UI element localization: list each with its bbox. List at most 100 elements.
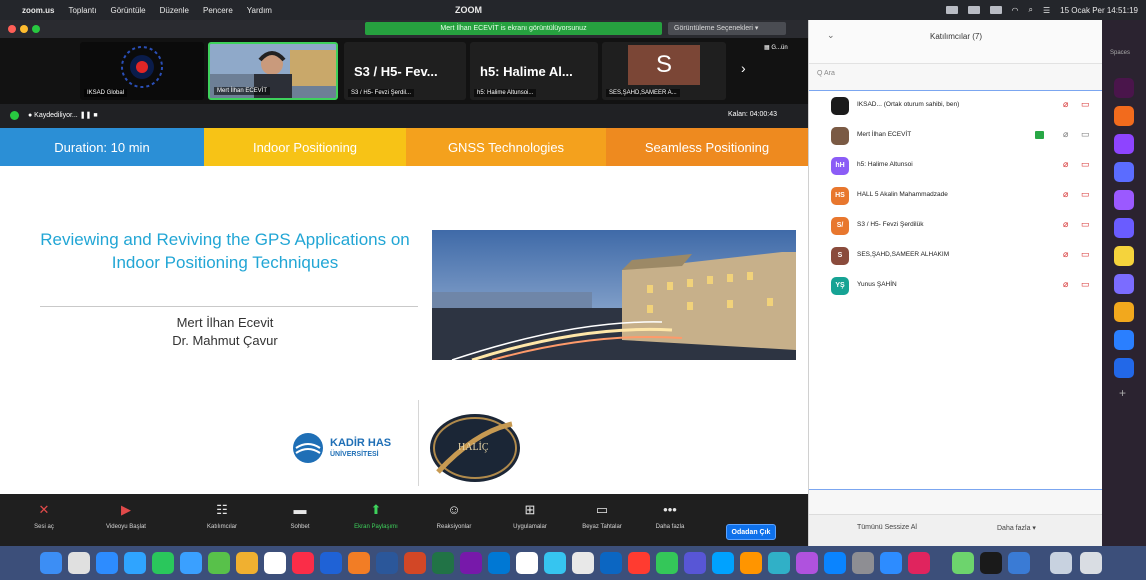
video-tile[interactable]: h5: Halime Al... h5: Halime Altunsoi...	[470, 42, 598, 100]
app-icon[interactable]	[684, 552, 706, 574]
app-icon[interactable]	[980, 552, 1002, 574]
app-icon-orange[interactable]	[1114, 106, 1134, 126]
menu-meeting[interactable]: Toplantı	[68, 6, 96, 15]
list-item[interactable]: hH h5: Halime Altunsoi ⌀ ▭	[809, 151, 1103, 181]
mute-all-button[interactable]: Tümünü Sessize Al	[857, 524, 917, 531]
finder-icon[interactable]	[40, 552, 62, 574]
app-icon-lavender[interactable]	[1114, 274, 1134, 294]
app-icon[interactable]	[952, 552, 974, 574]
mic-muted-icon[interactable]: ⌀	[1063, 99, 1068, 110]
app-icon-blue[interactable]	[1114, 162, 1134, 182]
panel-more-button[interactable]: Daha fazla ▾	[997, 524, 1036, 532]
app-icon[interactable]	[1050, 552, 1072, 574]
apps-button[interactable]: ⊞ Uygulamalar	[500, 502, 560, 542]
app-icon[interactable]	[656, 552, 678, 574]
app-icon-note[interactable]	[1114, 218, 1134, 238]
list-item[interactable]: HS HALL 5 Akalin Mahammadzade ⌀ ▭	[809, 181, 1103, 211]
chat-button[interactable]: ▬ Sohbet	[270, 502, 330, 542]
app-icon[interactable]	[404, 552, 426, 574]
video-off-icon[interactable]: ▭	[1081, 159, 1090, 170]
photos-icon[interactable]	[236, 552, 258, 574]
list-item[interactable]: IKSAD... (Ortak oturum sahibi, ben) ⌀ ▭	[809, 91, 1103, 121]
app-icon-slack[interactable]	[1114, 78, 1134, 98]
app-icon[interactable]	[740, 552, 762, 574]
video-icon[interactable]: ▭	[1081, 129, 1090, 140]
reactions-button[interactable]: ☺ Reaksiyonlar	[424, 502, 484, 542]
participants-button[interactable]: ☷ Katılımcılar	[192, 502, 252, 542]
start-video-button[interactable]: ▶ Videoyu Başlat	[96, 502, 156, 542]
whiteboards-button[interactable]: ▭ Beyaz Tahtalar	[572, 502, 632, 542]
next-page-icon[interactable]: ›	[741, 60, 746, 76]
close-window-button[interactable]	[8, 25, 16, 33]
app-icon[interactable]	[516, 552, 538, 574]
app-icon-yellow[interactable]	[1114, 246, 1134, 266]
zoom-app-icon[interactable]	[96, 552, 118, 574]
safari-icon[interactable]	[124, 552, 146, 574]
status-icon[interactable]	[945, 6, 958, 14]
video-off-icon[interactable]: ▭	[1081, 99, 1090, 110]
video-tile[interactable]: IKSAD Global	[80, 42, 204, 100]
zoom-window-button[interactable]	[32, 25, 40, 33]
app-icon[interactable]	[432, 552, 454, 574]
video-tile[interactable]: S3 / H5- Fev... S3 / H5- Fevzi Şerdil...	[344, 42, 466, 100]
participant-search-input[interactable]: Q Ara	[817, 70, 1097, 84]
app-icon[interactable]	[376, 552, 398, 574]
recording-indicator[interactable]: ● Kaydediliyor... ❚❚ ■	[28, 111, 98, 119]
add-app-icon[interactable]: +	[1119, 386, 1126, 400]
list-item[interactable]: Mert İlhan ECEVİT ⌀ ▭	[809, 121, 1103, 151]
app-icon[interactable]	[628, 552, 650, 574]
menu-window[interactable]: Pencere	[203, 6, 233, 15]
clock[interactable]: 15 Ocak Per 14:51:19	[1060, 6, 1138, 15]
mute-button[interactable]: ✕ Sesi aç	[14, 502, 74, 542]
gallery-view-button[interactable]: ▦ G...ün	[764, 44, 788, 51]
mic-muted-icon[interactable]: ⌀	[1063, 219, 1068, 230]
app-icon-calendar[interactable]	[1114, 358, 1134, 378]
app-icon[interactable]	[796, 552, 818, 574]
list-item[interactable]: S/ S3 / H5- Fevzi Şerdilük ⌀ ▭	[809, 211, 1103, 241]
leave-meeting-button[interactable]: Odadan Çık	[726, 524, 776, 540]
app-icon[interactable]	[1008, 552, 1030, 574]
app-icon[interactable]	[572, 552, 594, 574]
share-screen-button[interactable]: ⬆ Ekran Paylaşımı	[346, 502, 406, 542]
app-icon-purple[interactable]	[1114, 190, 1134, 210]
video-off-icon[interactable]: ▭	[1081, 279, 1090, 290]
list-item[interactable]: S SES,ŞAHD,SAMEER ALHAKIM ⌀ ▭	[809, 241, 1103, 271]
app-icon[interactable]	[320, 552, 342, 574]
app-icon[interactable]	[768, 552, 790, 574]
app-icon[interactable]	[460, 552, 482, 574]
control-center-icon[interactable]: ☰	[1043, 6, 1050, 15]
security-shield-icon[interactable]	[10, 111, 19, 120]
video-tile-active[interactable]: Mert İlhan ECEVİT	[208, 42, 338, 100]
app-icon-cyan[interactable]	[1114, 330, 1134, 350]
video-off-icon[interactable]: ▭	[1081, 219, 1090, 230]
trash-icon[interactable]	[1080, 552, 1102, 574]
app-icon[interactable]	[348, 552, 370, 574]
mail-icon[interactable]	[180, 552, 202, 574]
menu-help[interactable]: Yardım	[247, 6, 272, 15]
video-tile[interactable]: S SES,ŞAHD,SAMEER A...	[602, 42, 726, 100]
list-item[interactable]: YŞ Yunus ŞAHİN ⌀ ▭	[809, 271, 1103, 301]
menu-app[interactable]: zoom.us	[22, 6, 54, 15]
music-icon[interactable]	[292, 552, 314, 574]
mic-muted-icon[interactable]: ⌀	[1063, 279, 1068, 290]
menu-view[interactable]: Görüntüle	[110, 6, 145, 15]
wifi-icon[interactable]: ◠	[1012, 6, 1019, 15]
messages-icon[interactable]	[152, 552, 174, 574]
app-icon[interactable]	[824, 552, 846, 574]
launchpad-icon[interactable]	[68, 552, 90, 574]
app-icon[interactable]	[880, 552, 902, 574]
app-icon[interactable]	[908, 552, 930, 574]
minimize-window-button[interactable]	[20, 25, 28, 33]
view-options-dropdown[interactable]: Görüntüleme Seçenekleri ▾	[668, 22, 786, 35]
app-icon[interactable]	[488, 552, 510, 574]
app-icon[interactable]	[712, 552, 734, 574]
video-off-icon[interactable]: ▭	[1081, 249, 1090, 260]
video-off-icon[interactable]: ▭	[1081, 189, 1090, 200]
app-icon-grid[interactable]	[1114, 302, 1134, 322]
mic-muted-icon[interactable]: ⌀	[1063, 249, 1068, 260]
calendar-icon[interactable]	[264, 552, 286, 574]
status-icon[interactable]	[989, 6, 1002, 14]
maps-icon[interactable]	[208, 552, 230, 574]
menu-edit[interactable]: Düzenle	[160, 6, 189, 15]
app-icon[interactable]	[544, 552, 566, 574]
